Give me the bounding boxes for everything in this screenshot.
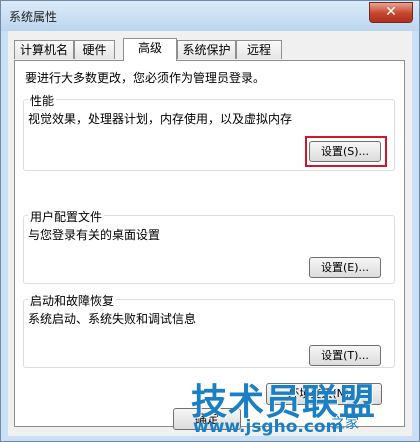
close-icon: ✕ (385, 4, 397, 20)
user-profiles-title: 用户配置文件 (28, 208, 105, 225)
system-properties-window: 系统属性 ✕ 计算机名 硬件 高级 系统保护 远程 要进行大多数更改，您必须作为… (0, 0, 420, 442)
user-profiles-settings-button[interactable]: 设置(E)... (309, 257, 381, 278)
tab-remote[interactable]: 远程 (236, 40, 282, 59)
tab-hardware[interactable]: 硬件 (74, 40, 115, 59)
highlight-box (305, 136, 387, 167)
watermark-sub: 之家 (331, 416, 359, 432)
admin-note: 要进行大多数更改，您必须作为管理员登录。 (25, 71, 266, 85)
tab-computer-name[interactable]: 计算机名 (14, 40, 74, 59)
startup-recovery-group: 启动和故障恢复 系统启动、系统失败和调试信息 设置(T)... (23, 292, 395, 368)
user-profiles-group: 用户配置文件 与您登录有关的桌面设置 设置(E)... (23, 208, 395, 284)
close-button[interactable]: ✕ (369, 2, 413, 23)
tab-advanced[interactable]: 高级 (123, 38, 177, 61)
user-profiles-desc: 与您登录有关的桌面设置 (28, 228, 161, 242)
startup-settings-button[interactable]: 设置(T)... (309, 345, 381, 366)
window-title: 系统属性 (9, 10, 58, 24)
performance-title: 性能 (28, 92, 57, 109)
performance-group: 性能 视觉效果，处理器计划，内存使用，以及虚拟内存 设置(S)... (23, 92, 395, 171)
performance-desc: 视觉效果，处理器计划，内存使用，以及虚拟内存 (28, 112, 293, 126)
title-bar[interactable]: 系统属性 ✕ (1, 1, 419, 31)
startup-recovery-desc: 系统启动、系统失败和调试信息 (28, 312, 197, 326)
startup-recovery-title: 启动和故障恢复 (28, 292, 117, 309)
watermark: 技术员联盟 www.jsgho.com 之家 (191, 373, 419, 441)
watermark-url: www.jsgho.com (193, 417, 344, 437)
advanced-panel: 要进行大多数更改，您必须作为管理员登录。 性能 视觉效果，处理器计划，内存使用，… (14, 60, 405, 427)
tab-system-protection[interactable]: 系统保护 (177, 40, 236, 59)
